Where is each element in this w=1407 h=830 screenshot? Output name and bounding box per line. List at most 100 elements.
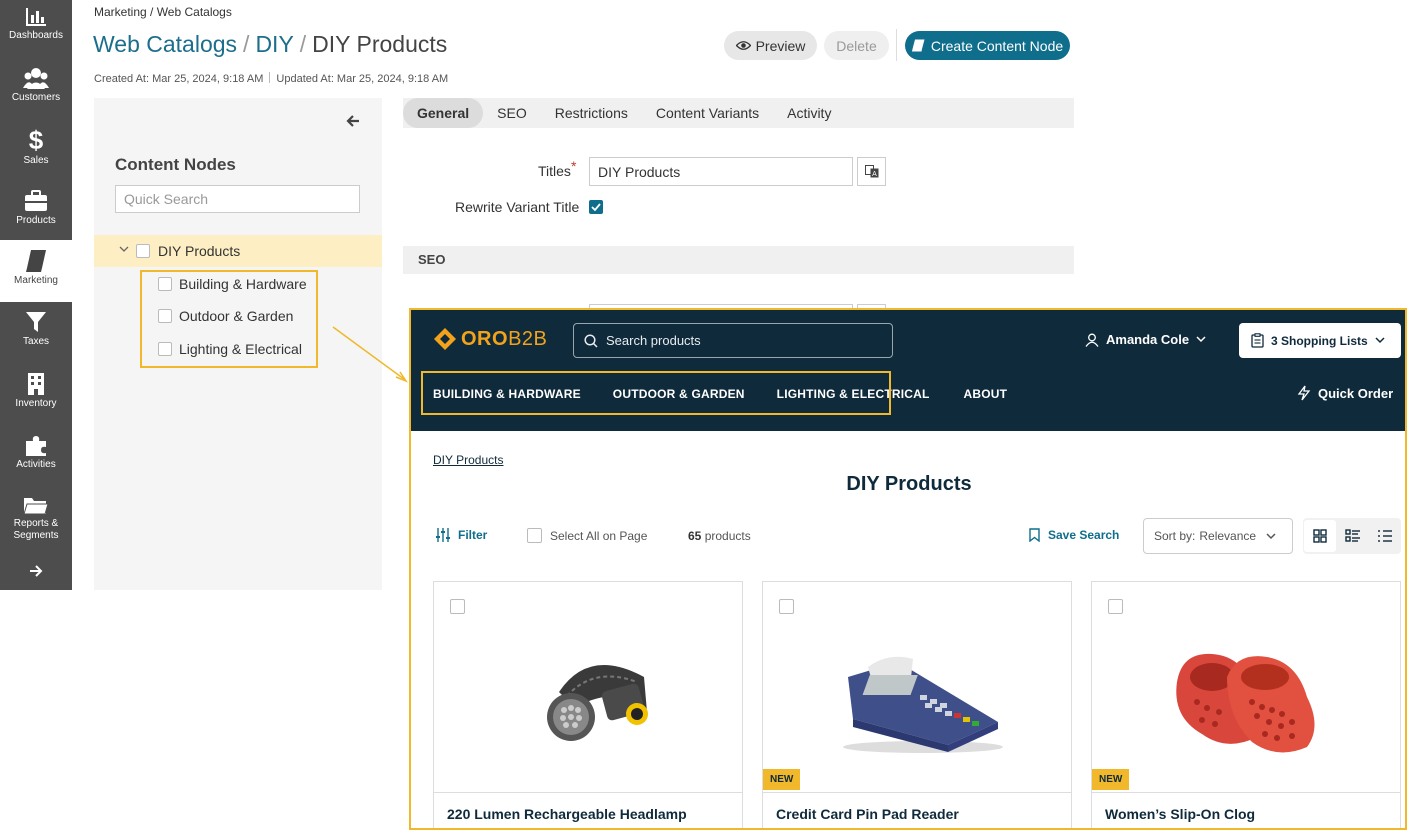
product-image-pinpad[interactable]	[763, 612, 1073, 792]
record-meta: Created At: Mar 25, 2024, 9:18 AM Updated…	[94, 72, 448, 85]
chevron-down-icon[interactable]	[119, 246, 129, 253]
create-label: Create Content Node	[930, 37, 1064, 54]
product-checkbox[interactable]	[1108, 599, 1123, 614]
product-image-headlamp[interactable]	[434, 612, 744, 792]
puzzle-icon	[26, 436, 46, 456]
sidebar-item-products[interactable]: Products	[0, 183, 72, 243]
user-menu[interactable]: Amanda Cole	[1085, 332, 1206, 347]
translate-button[interactable]: A	[857, 157, 886, 186]
storefront-preview: OROB2B Search products Amanda Cole 3 Sho…	[409, 308, 1407, 830]
sidebar-item-marketing[interactable]: Marketing	[0, 240, 72, 302]
lightning-icon	[1297, 385, 1311, 401]
product-name[interactable]: 220 Lumen Rechargeable Headlamp	[447, 806, 687, 822]
eye-icon	[735, 41, 751, 50]
required-mark: *	[571, 158, 577, 174]
clipboard-icon	[1251, 333, 1264, 348]
sidebar-item-inventory[interactable]: Inventory	[0, 368, 72, 428]
titles-label: Titles	[538, 163, 571, 179]
select-all-label: Select All on Page	[550, 528, 648, 543]
children-highlight	[140, 270, 318, 368]
seo-section-header: SEO	[403, 246, 1074, 274]
sidebar-item-label: Reports & Segments	[13, 518, 59, 541]
rewrite-variant-title-label: Rewrite Variant Title	[455, 199, 580, 215]
sidebar-item-reports[interactable]: Reports & Segments	[0, 490, 72, 550]
save-search-button[interactable]: Save Search	[1029, 528, 1119, 542]
menu-highlight	[421, 371, 891, 415]
sidebar-item-dashboards[interactable]: Dashboards	[0, 0, 72, 60]
list-view-button[interactable]	[1337, 520, 1369, 552]
compact-view-button[interactable]	[1369, 520, 1401, 552]
sort-select[interactable]: Sort by: Relevance	[1143, 518, 1293, 554]
store-search-input[interactable]: Search products	[573, 323, 893, 358]
page-title: Web Catalogs / DIY / DIY Products	[93, 31, 447, 58]
rewrite-variant-title-checkbox[interactable]	[589, 200, 603, 214]
meta-divider	[269, 72, 271, 83]
expand-sidebar-button[interactable]	[0, 552, 72, 590]
sidebar-item-sales[interactable]: $ Sales	[0, 122, 72, 182]
search-placeholder: Search products	[606, 333, 701, 348]
sidebar-item-label: Activities	[16, 459, 56, 470]
logo-text-a: ORO	[461, 327, 509, 350]
product-checkbox[interactable]	[779, 599, 794, 614]
sidebar-item-activities[interactable]: Activities	[0, 429, 72, 489]
sidebar-item-label: Sales	[23, 155, 49, 166]
list-icon	[1344, 529, 1360, 542]
product-name[interactable]: Credit Card Pin Pad Reader	[776, 806, 959, 822]
filter-button[interactable]: Filter	[436, 528, 487, 542]
title-link-diy[interactable]: DIY	[255, 31, 293, 57]
shopping-lists-label: 3 Shopping Lists	[1271, 333, 1368, 348]
product-checkbox[interactable]	[450, 599, 465, 614]
titles-input[interactable]	[589, 157, 853, 186]
quick-order-label: Quick Order	[1318, 385, 1394, 401]
sidebar-item-taxes[interactable]: Taxes	[0, 306, 72, 366]
create-content-node-button[interactable]: Create Content Node	[905, 31, 1070, 60]
title-current: DIY Products	[312, 31, 448, 57]
store-page-title: DIY Products	[846, 473, 972, 495]
logo-text-b: B2B	[508, 327, 548, 350]
product-image-clog[interactable]	[1092, 612, 1402, 792]
pinpad-image	[843, 656, 1003, 753]
select-all-box[interactable]	[527, 528, 542, 543]
preview-button[interactable]: Preview	[724, 31, 817, 60]
title-link-web-catalogs[interactable]: Web Catalogs	[93, 31, 237, 57]
tree-node-checkbox[interactable]	[136, 244, 150, 258]
select-all-checkbox[interactable]: Select All on Page	[527, 528, 647, 543]
product-name[interactable]: Women’s Slip-On Clog	[1105, 806, 1255, 822]
collapse-tree-button[interactable]	[346, 114, 360, 131]
main-sidebar: Dashboards Customers $ Sales Products Ma…	[0, 0, 72, 590]
tab-activity[interactable]: Activity	[773, 98, 845, 128]
arrow-right-icon	[30, 565, 43, 577]
header-divider	[896, 29, 897, 61]
product-card[interactable]: NEW Credit Card Pin Pad Reader	[762, 581, 1073, 828]
search-icon	[584, 333, 598, 348]
grid-icon	[1313, 529, 1327, 543]
store-breadcrumb[interactable]: DIY Products	[433, 453, 503, 467]
shopping-lists-button[interactable]: 3 Shopping Lists	[1239, 323, 1401, 358]
quick-order-link[interactable]: Quick Order	[1297, 385, 1393, 401]
tab-content-variants[interactable]: Content Variants	[642, 98, 773, 128]
tab-general[interactable]: General	[403, 98, 484, 128]
product-count-text: products	[704, 529, 751, 543]
product-card[interactable]: NEW Women’s Slip-On Clog	[1091, 581, 1402, 828]
new-badge: NEW	[763, 769, 801, 790]
dollar-icon: $	[29, 127, 44, 153]
bookmark-icon	[1029, 528, 1040, 542]
grid-view-button[interactable]	[1304, 520, 1336, 552]
chevron-down-icon	[1375, 337, 1385, 344]
book-icon	[26, 250, 46, 272]
created-at: Created At: Mar 25, 2024, 9:18 AM	[94, 73, 264, 85]
card-divider	[1092, 792, 1400, 793]
product-card[interactable]: 220 Lumen Rechargeable Headlamp	[433, 581, 744, 828]
tab-seo[interactable]: SEO	[483, 98, 541, 128]
tree-node-diy-products[interactable]: DIY Products	[94, 235, 382, 267]
sidebar-item-customers[interactable]: Customers	[0, 61, 72, 121]
title-separator: /	[299, 31, 307, 57]
product-count-number: 65	[688, 529, 702, 543]
store-logo[interactable]: OROB2B	[433, 327, 547, 351]
delete-button[interactable]: Delete	[824, 31, 889, 60]
book-icon	[911, 39, 925, 52]
tab-restrictions[interactable]: Restrictions	[541, 98, 642, 128]
menu-item-about[interactable]: ABOUT	[954, 387, 1018, 401]
sidebar-item-label: Products	[16, 215, 56, 226]
quick-search-input[interactable]	[115, 185, 360, 213]
